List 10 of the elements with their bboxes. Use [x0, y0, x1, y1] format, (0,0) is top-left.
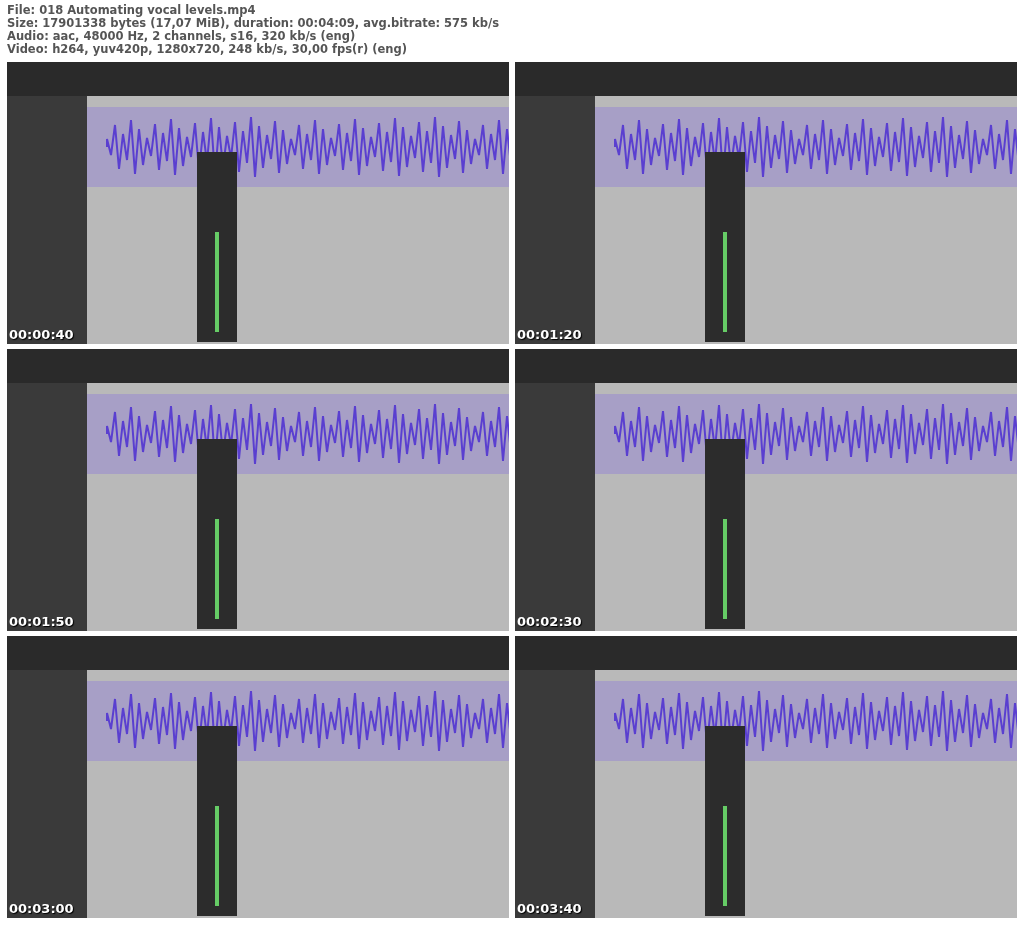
timestamp: 00:02:30 [517, 614, 582, 629]
timestamp: 00:03:00 [9, 901, 74, 916]
timestamp: 00:03:40 [517, 901, 582, 916]
timestamp: 00:01:20 [517, 327, 582, 342]
file-info-text: File: 018 Automating vocal levels.mp4 [7, 4, 256, 17]
file-info-text: Size: 17901338 bytes (17,07 MiB), duration: 00:04:09, avg.bitrate: 575 kb/s [7, 17, 500, 30]
file-info-text: Video: h264, yuv420p, 1280x720, 248 kb/s, 30,00 fps(r) (eng) [7, 43, 408, 56]
timestamp: 00:00:40 [9, 327, 74, 342]
file-info-text: Audio: aac, 48000 Hz, 2 channels, s16, 320 kb/s (eng) [7, 30, 356, 43]
timestamp: 00:01:50 [9, 614, 74, 629]
